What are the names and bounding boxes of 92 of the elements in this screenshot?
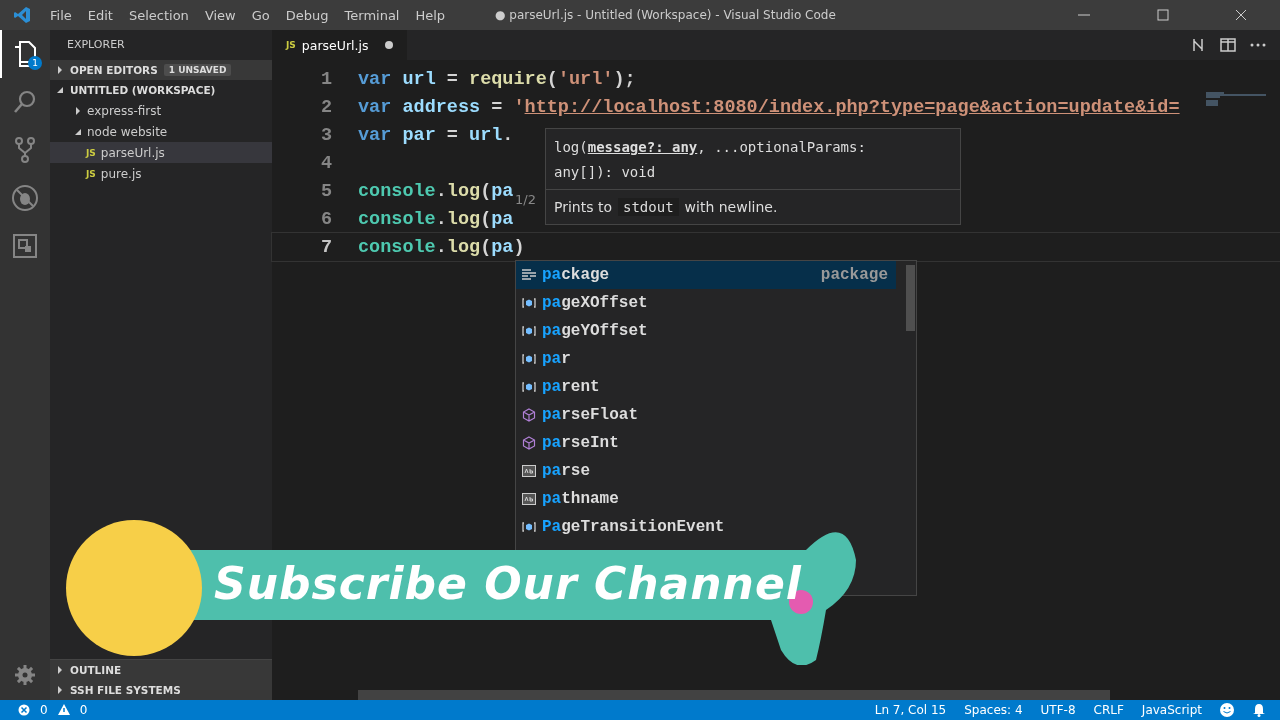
explorer-folder[interactable]: express-first: [50, 100, 272, 121]
code-line: console.log(pa: [358, 180, 514, 202]
explorer-script[interactable]: JS parseUrl.js: [50, 142, 272, 163]
debug-icon: [11, 184, 39, 212]
error-count[interactable]: 0: [40, 703, 48, 717]
menu-item[interactable]: File: [42, 7, 80, 23]
status-item[interactable]: Ln 7, Col 15: [874, 703, 947, 717]
explorer-folder[interactable]: node website: [50, 121, 272, 142]
inline-code: stdout: [618, 198, 679, 216]
menu-item[interactable]: View: [196, 7, 244, 23]
more-icon[interactable]: [1250, 43, 1266, 47]
suggestion-item[interactable]: pageYOffset: [516, 317, 896, 345]
line-number: 3: [319, 124, 333, 146]
signature-text: any[]): void: [554, 163, 657, 182]
section-header[interactable]: UNTITLED (WORKSPACE): [50, 80, 272, 100]
variable-icon: [522, 382, 536, 392]
menu-item[interactable]: Edit: [79, 7, 121, 23]
cube-icon: [522, 436, 536, 450]
collapsed-arrow-icon: [56, 666, 64, 674]
suggestion-item[interactable]: parseFloat: [516, 401, 896, 429]
suggestion-item[interactable]: package package: [516, 261, 896, 289]
scrollbar-thumb[interactable]: [906, 265, 915, 331]
expanded-arrow-icon: [56, 86, 64, 94]
suggestion-item[interactable]: parseInt: [516, 429, 896, 457]
suggestion-item[interactable]: parse: [516, 457, 896, 485]
collapsed-arrow-icon: [74, 106, 82, 115]
variable-icon: [522, 326, 536, 336]
split-editor-icon[interactable]: [1220, 38, 1236, 52]
warning-count[interactable]: 0: [79, 703, 88, 717]
variable-icon: [522, 354, 536, 364]
collapsed-arrow-icon: [56, 686, 64, 694]
suggestion-item[interactable]: PageTransitionEvent: [516, 513, 896, 541]
code-line: var par = url.: [358, 124, 514, 146]
variable-icon: [522, 522, 536, 532]
js-file-icon: JS: [86, 168, 96, 179]
line-number: 6: [319, 208, 333, 230]
line-number: 1: [319, 68, 333, 90]
menu-item[interactable]: Debug: [277, 7, 337, 23]
editor-tab[interactable]: JS parseUrl.js: [272, 30, 407, 60]
expanded-arrow-icon: [74, 127, 82, 136]
bell-icon[interactable]: [1252, 703, 1266, 717]
overload-counter[interactable]: 1/2: [515, 192, 536, 207]
menu-item[interactable]: Terminal: [336, 7, 408, 23]
search-icon: [12, 89, 38, 115]
suggestion-item[interactable]: parent: [516, 373, 896, 401]
variable-icon: [522, 298, 536, 308]
suggestion-item[interactable]: pathname: [516, 485, 896, 513]
section-header[interactable]: OPEN EDITORS 1 UNSAVED: [50, 60, 272, 80]
code-line: var url = require('url');: [358, 68, 636, 90]
status-item[interactable]: CRLF: [1093, 703, 1124, 717]
count-badge: 1: [28, 56, 42, 70]
status-item[interactable]: UTF-8: [1040, 703, 1076, 717]
doc-text: Prints to: [554, 199, 612, 215]
menu-item[interactable]: Help: [407, 7, 454, 23]
menu-item[interactable]: Selection: [120, 7, 197, 23]
keyword-icon: [522, 269, 536, 281]
files-icon: [12, 40, 38, 68]
menu-item[interactable]: Go: [243, 7, 278, 23]
banner-text: Subscribe Our Channel: [214, 558, 802, 609]
warning-icon: [57, 704, 70, 716]
window-title: ● parseUrl.js - Untitled (Workspace) - Visual Studio Code: [495, 7, 836, 24]
cube-icon: [522, 408, 536, 422]
activity-bar-item[interactable]: 1: [0, 30, 50, 78]
section-header[interactable]: SSH FILE SYSTEMS: [50, 680, 272, 700]
line-number: 2: [319, 96, 333, 118]
collapsed-arrow-icon: [56, 66, 64, 74]
line-number: 7: [319, 236, 333, 258]
section-header[interactable]: OUTLINE: [50, 660, 272, 680]
sidebar-title: EXPLORER: [66, 37, 126, 53]
code-line: var address = 'http://localhost:8080/index.php?type=page&action=update&id=: [358, 96, 1180, 118]
error-icon: [18, 704, 30, 716]
scrollbar[interactable]: [358, 690, 1110, 700]
branch-icon: [13, 136, 37, 164]
doc-text: with newline.: [684, 199, 778, 215]
extensions-icon: [12, 233, 38, 259]
status-item[interactable]: JavaScript: [1141, 703, 1202, 717]
line-number: 4: [319, 152, 333, 174]
signature-text: log(message?: any, ...optionalParams:: [554, 138, 867, 157]
code-line: console.log(pa): [358, 236, 525, 258]
text-icon: [522, 493, 536, 505]
settings-icon[interactable]: [14, 664, 36, 686]
unsaved-badge: 1 UNSAVED: [163, 64, 232, 76]
status-item[interactable]: Spaces: 4: [964, 703, 1023, 717]
smiley-icon[interactable]: [1220, 703, 1234, 717]
code-line: console.log(pa: [358, 208, 514, 230]
text-icon: [522, 465, 536, 477]
suggestion-item[interactable]: pageXOffset: [516, 289, 896, 317]
suggestion-item[interactable]: par: [516, 345, 896, 373]
explorer-script[interactable]: JS pure.js: [50, 163, 272, 184]
js-file-icon: JS: [86, 147, 96, 158]
line-number: 5: [319, 180, 333, 202]
app-logo-icon: [12, 6, 32, 24]
